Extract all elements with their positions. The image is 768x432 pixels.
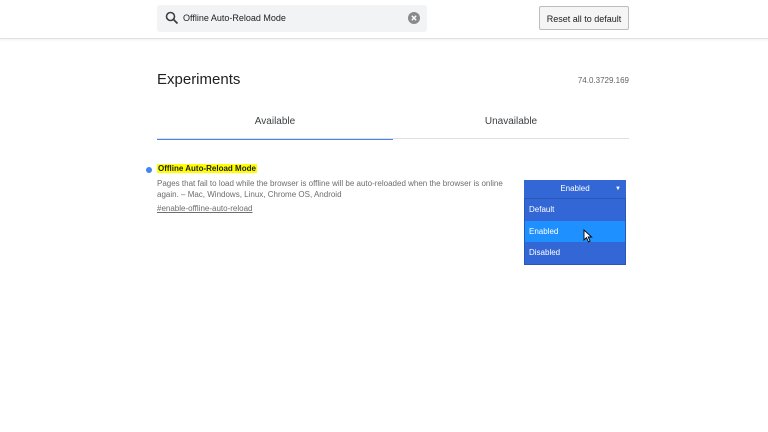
experiment-description: Pages that fail to load while the browse…	[157, 179, 503, 199]
clear-icon[interactable]	[408, 12, 420, 24]
tab-unavailable[interactable]: Unavailable	[393, 110, 629, 138]
select-dropdown: Default Enabled Disabled	[524, 198, 626, 266]
version-label: 74.0.3729.169	[577, 76, 629, 85]
option-disabled[interactable]: Disabled	[525, 242, 625, 264]
top-bar: Offline Auto-Reload Mode Reset all to de…	[0, 0, 768, 39]
option-enabled[interactable]: Enabled	[525, 220, 625, 243]
status-dot	[146, 167, 152, 173]
search-icon	[165, 11, 179, 25]
select-value: Enabled	[560, 184, 590, 193]
page-title: Experiments	[157, 71, 241, 88]
experiment-link[interactable]: #enable-offline-auto-reload	[157, 204, 252, 213]
search-box[interactable]: Offline Auto-Reload Mode	[157, 5, 427, 32]
tab-available[interactable]: Available	[157, 110, 393, 140]
chevron-down-icon: ▼	[615, 186, 621, 192]
option-default[interactable]: Default	[525, 199, 625, 221]
search-input[interactable]: Offline Auto-Reload Mode	[183, 5, 286, 32]
experiment-name: Offline Auto-Reload Mode	[157, 164, 257, 173]
reset-all-button[interactable]: Reset all to default	[539, 6, 629, 30]
mouse-cursor-icon	[583, 229, 593, 243]
tab-divider	[157, 138, 629, 139]
experiment-select[interactable]: Enabled ▼	[524, 180, 626, 198]
